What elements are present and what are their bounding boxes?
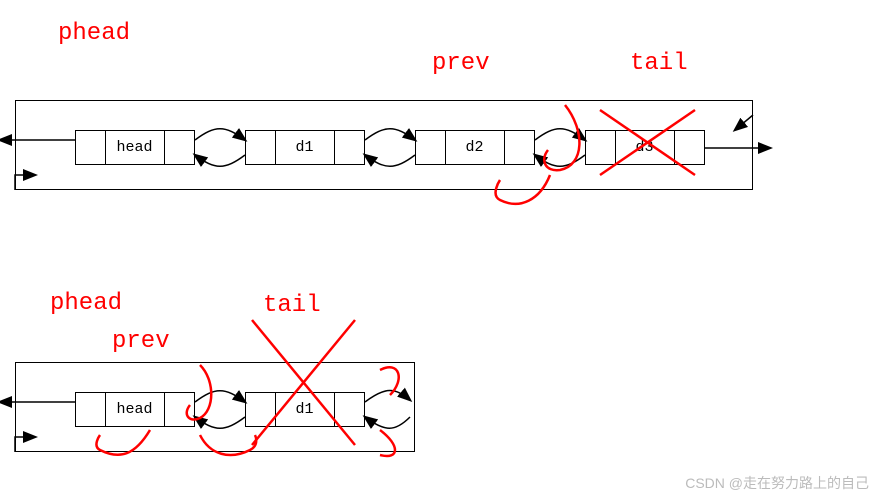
diagram1-node-d2-text: d2 (446, 131, 505, 164)
diagram1-node-d1-text: d1 (276, 131, 335, 164)
diagram2-node-d1: d1 (245, 392, 365, 427)
diagram1-node-d2: d2 (415, 130, 535, 165)
diagram1-node-head: head (75, 130, 195, 165)
label-phead-2: phead (50, 290, 122, 317)
diagram2-node-d1-text: d1 (276, 393, 335, 426)
diagram1-node-d1: d1 (245, 130, 365, 165)
label-prev-1: prev (432, 50, 490, 77)
label-tail-1: tail (630, 50, 688, 77)
label-prev-2: prev (112, 328, 170, 355)
watermark: CSDN @走在努力路上的自己 (685, 473, 869, 493)
diagram1-node-head-text: head (106, 131, 165, 164)
diagram2-node-head: head (75, 392, 195, 427)
label-tail-2: tail (263, 292, 321, 319)
diagram1-node-d3: d3 (585, 130, 705, 165)
label-phead-1: phead (58, 20, 130, 47)
diagram1-node-d3-text: d3 (616, 131, 675, 164)
diagram2-node-head-text: head (106, 393, 165, 426)
